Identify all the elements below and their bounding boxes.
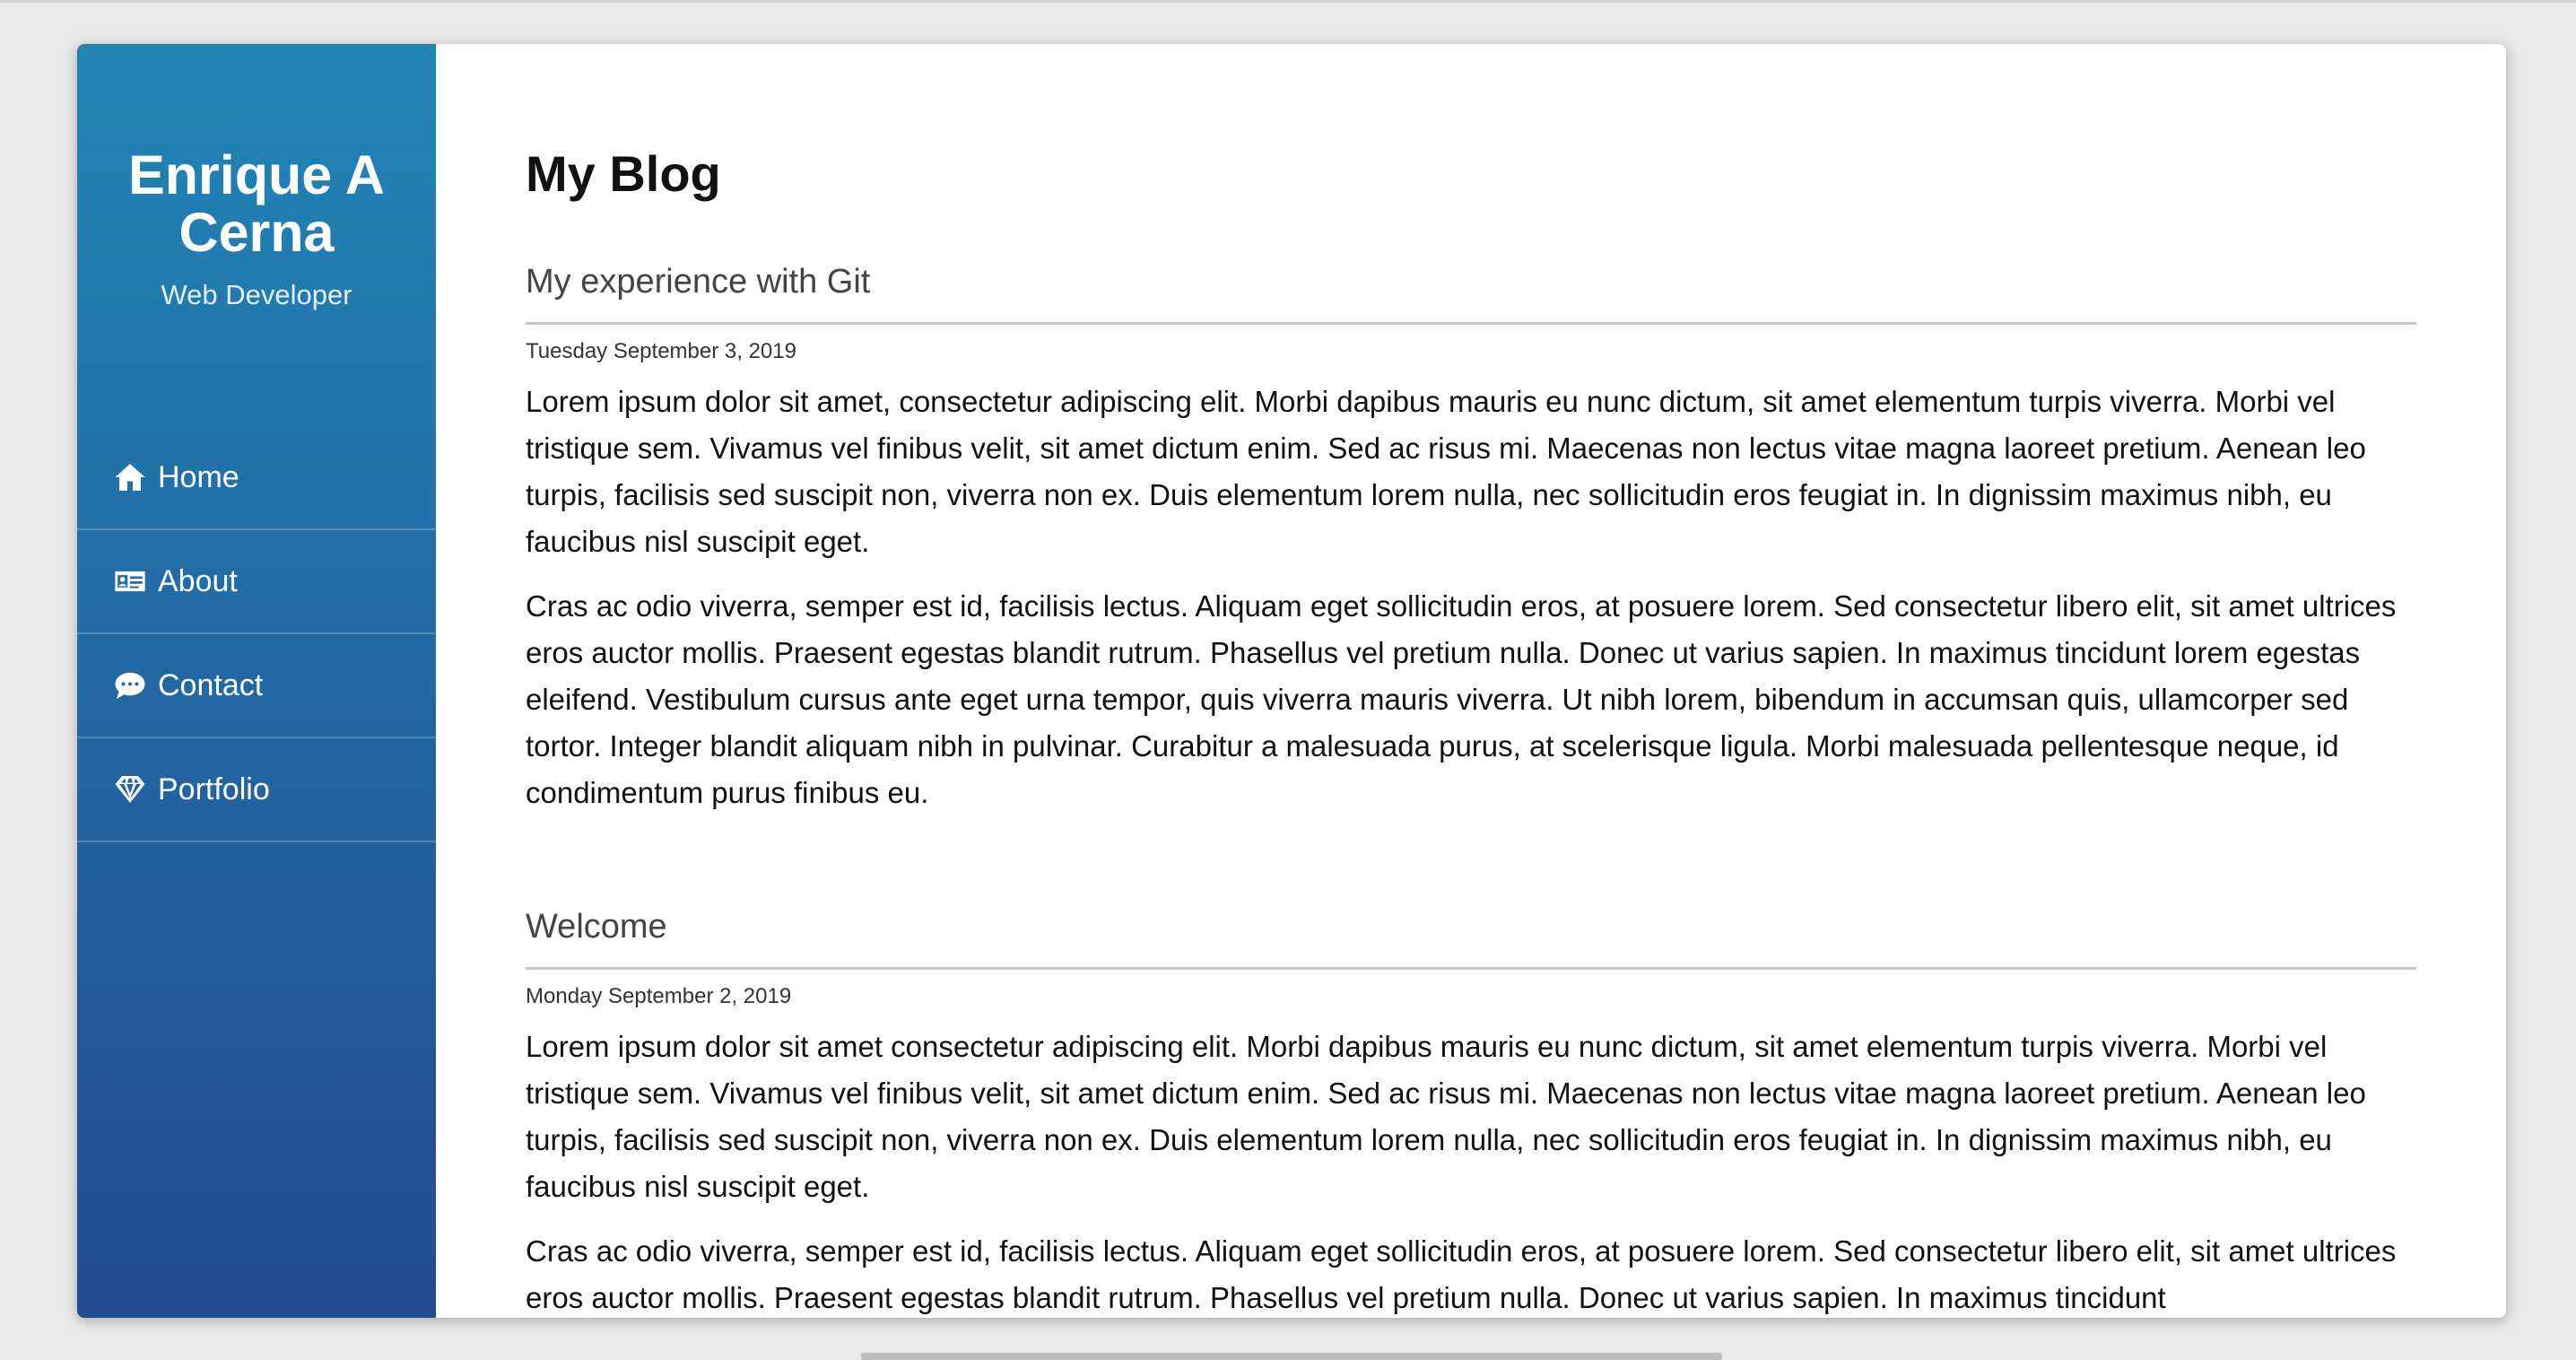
sidebar-item-home[interactable]: Home	[77, 426, 436, 530]
sidebar-item-label: About	[158, 563, 238, 598]
page-title: My Blog	[526, 145, 721, 202]
sidebar-item-label: Home	[158, 459, 239, 494]
post-paragraph: Lorem ipsum dolor sit amet consectetur a…	[526, 1030, 2366, 1203]
site-owner-name: Enrique A Cerna	[128, 144, 385, 263]
sidebar-item-about[interactable]: About	[77, 530, 436, 634]
page-card: Enrique A Cerna Web Developer Home About…	[77, 44, 2506, 1318]
sidebar-item-label: Contact	[158, 667, 264, 702]
post-paragraph: Lorem ipsum dolor sit amet, consectetur …	[526, 385, 2366, 558]
sidebar-item-label: Portfolio	[158, 772, 270, 806]
post-title: Welcome	[526, 902, 2416, 970]
blog-post: Welcome Monday September 2, 2019 Lorem i…	[526, 902, 2416, 1318]
diamond-icon	[111, 772, 149, 807]
post-title: My experience with Git	[526, 257, 2416, 325]
post-paragraph: Cras ac odio viverra, semper est id, fac…	[526, 589, 2397, 809]
blog-content: My Blog My experience with Git Tuesday S…	[436, 44, 2506, 1318]
sidebar-nav: Home About Contact Portfolio	[77, 426, 436, 842]
post-date: Tuesday September 3, 2019	[526, 339, 796, 363]
window-bottom-handle	[861, 1353, 1722, 1360]
site-owner-role: Web Developer	[161, 279, 352, 310]
sidebar: Enrique A Cerna Web Developer Home About…	[77, 44, 436, 1318]
sidebar-item-portfolio[interactable]: Portfolio	[77, 738, 436, 842]
post-date: Monday September 2, 2019	[526, 984, 792, 1008]
window-top-edge	[0, 0, 2576, 3]
post-paragraph: Cras ac odio viverra, semper est id, fac…	[526, 1234, 2397, 1314]
blog-post: My experience with Git Tuesday September…	[526, 257, 2416, 816]
chat-icon	[111, 667, 149, 703]
home-icon	[111, 459, 149, 495]
post-list: My experience with Git Tuesday September…	[526, 257, 2416, 1318]
id-card-icon	[111, 563, 149, 599]
sidebar-item-contact[interactable]: Contact	[77, 634, 436, 738]
